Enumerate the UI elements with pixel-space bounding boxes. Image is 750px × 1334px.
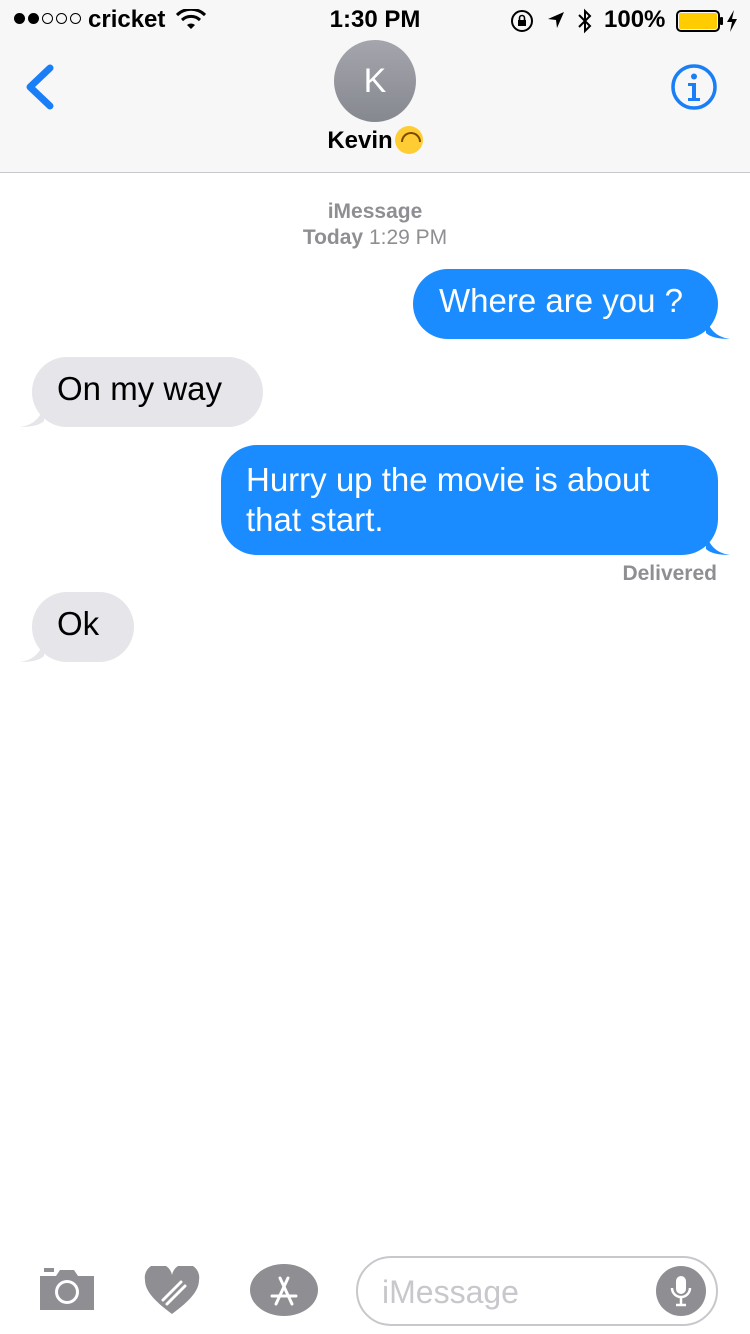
contact-name-text: Kevin: [327, 127, 393, 154]
avatar-initial: K: [363, 61, 387, 100]
rotation-lock-icon: [511, 10, 533, 32]
microphone-glyph-icon: [670, 1276, 692, 1307]
delivery-status: Delivered: [622, 562, 717, 585]
timestamp-day: Today: [302, 226, 364, 249]
upside-down-face-emoji-icon: [394, 126, 423, 154]
message-input-field[interactable]: [356, 1256, 718, 1326]
location-icon: [548, 12, 564, 28]
app-store-icon[interactable]: [250, 1264, 318, 1316]
incoming-message-bubble[interactable]: Ok: [32, 592, 134, 662]
bluetooth-icon: [578, 8, 592, 34]
battery-percent: 100%: [604, 6, 666, 33]
outgoing-bubble-tail: [706, 531, 730, 555]
camera-icon[interactable]: [38, 1266, 96, 1312]
message-text: Ok: [57, 605, 100, 642]
microphone-icon[interactable]: [656, 1266, 706, 1316]
message-input[interactable]: [382, 1270, 642, 1314]
charging-icon: [727, 10, 737, 32]
back-button[interactable]: [20, 62, 60, 112]
info-button[interactable]: [670, 63, 718, 111]
contact-avatar[interactable]: K: [334, 40, 416, 122]
message-timestamp: Today 1:29 PM: [0, 226, 750, 250]
conversation-header: cricket 1:30 PM 100% K Kevin: [0, 0, 750, 173]
compose-bar: [0, 1244, 750, 1334]
incoming-bubble-tail: [20, 403, 44, 427]
timestamp-time: 1:29 PM: [368, 226, 448, 249]
heart-icon[interactable]: [143, 1266, 201, 1316]
status-bar: cricket 1:30 PM 100%: [0, 0, 750, 40]
outgoing-bubble-tail: [706, 315, 730, 339]
outgoing-message-bubble[interactable]: Hurry up the movie is about that start.: [221, 445, 718, 555]
message-text: On my way: [57, 370, 223, 407]
service-label: iMessage: [327, 200, 423, 223]
message-text: Hurry up the movie is about that start.: [246, 461, 650, 538]
battery-icon: [676, 10, 723, 32]
incoming-message-bubble[interactable]: On my way: [32, 357, 263, 427]
outgoing-message-bubble[interactable]: Where are you ?: [413, 269, 718, 339]
message-text: Where are you ?: [439, 282, 683, 319]
incoming-bubble-tail: [20, 638, 44, 662]
contact-name[interactable]: Kevin: [0, 126, 750, 155]
